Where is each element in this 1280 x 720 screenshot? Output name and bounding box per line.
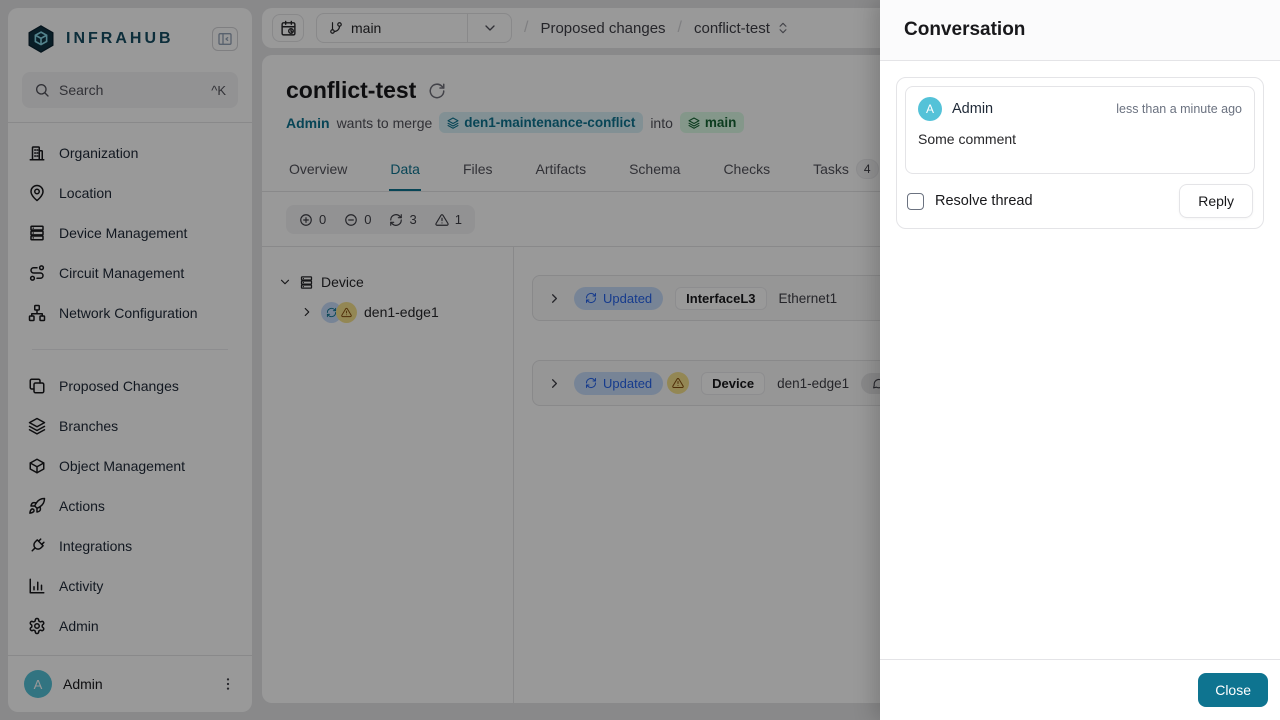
comment-timestamp: less than a minute ago — [1116, 102, 1242, 116]
comment-body: Some comment — [918, 131, 1017, 147]
drawer-footer: Close — [880, 659, 1280, 720]
comment-author: Admin — [952, 101, 994, 117]
drawer-title: Conversation — [904, 19, 1026, 40]
resolve-thread-checkbox[interactable] — [907, 192, 924, 210]
reply-button[interactable]: Reply — [1179, 184, 1253, 218]
close-button[interactable]: Close — [1198, 673, 1268, 707]
resolve-thread-label: Resolve thread — [935, 193, 1033, 209]
comment-card: A Admin less than a minute ago Some comm… — [905, 86, 1255, 174]
thread-card: A Admin less than a minute ago Some comm… — [896, 77, 1264, 229]
drawer-header: Conversation — [880, 0, 1280, 61]
drawer-body: A Admin less than a minute ago Some comm… — [880, 61, 1280, 659]
avatar: A — [918, 97, 942, 121]
conversation-drawer: Conversation A Admin less than a minute … — [880, 0, 1280, 720]
